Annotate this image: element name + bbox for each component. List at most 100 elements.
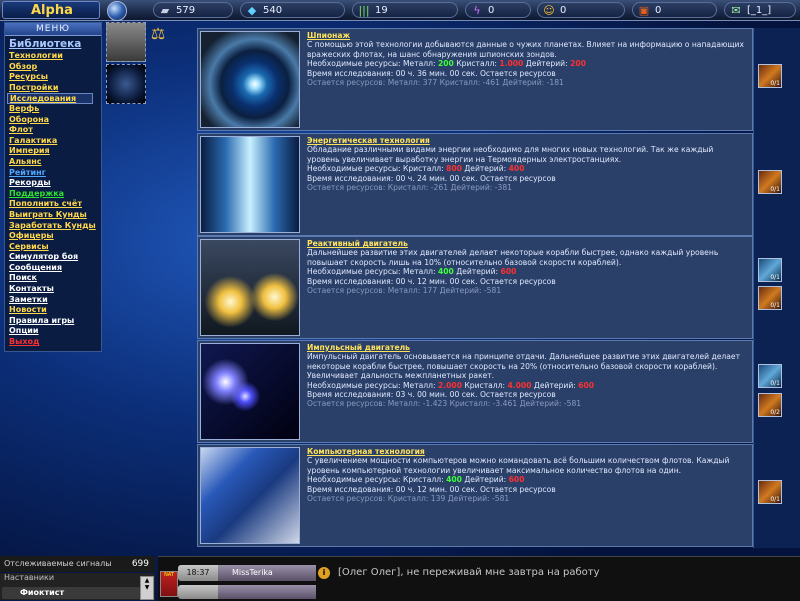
mentors-scroll-button[interactable]: ▲ ▼ [140,576,154,600]
chat-time: 18:37 [178,565,218,581]
app-logo[interactable]: Alpha [2,1,100,19]
required-value: 2.000 [437,380,462,390]
menu-item[interactable]: Обзор [9,62,101,73]
required-value: 200 [437,59,454,69]
research-image[interactable] [200,31,300,128]
research-image[interactable] [200,136,300,233]
required-resources-label: Дейтерий: [453,267,501,277]
queue-count: 0/2 [770,409,780,416]
research-image[interactable] [200,343,300,440]
menu-item[interactable]: Заметки [9,295,101,306]
research-name-link[interactable]: Компьютерная технология [307,447,747,456]
research-name-link[interactable]: Импульсный двигатель [307,343,747,352]
resource-mail[interactable]: ✉ [_1_] [724,2,796,18]
research-description: С помощью этой технологии добываются дан… [307,40,744,59]
remaining-resources: Остается ресурсов: Металл: 377 Кристалл:… [307,78,564,88]
menu-item[interactable]: Исследования [7,93,93,104]
research-time: Время исследования: 00 ч. 12 мин. 00 сек… [307,276,556,286]
resource-credits[interactable]: ▣ 0 [632,2,717,18]
tracked-signals[interactable]: Отслеживаемые сигналы 699 [0,556,155,572]
scales-icon[interactable]: ⚖ [148,24,168,44]
research-item: Энергетическая технология Обладание разли… [197,133,753,236]
research-action-button[interactable]: 0/1 [758,286,782,310]
research-details: Компьютерная технология С увеличением мощ… [307,447,747,503]
resource-deuterium[interactable]: ||| 19 [352,2,458,18]
menu-item[interactable]: Технологии [9,51,101,62]
research-details: Импульсный двигатель Импульсный двигатель… [307,343,747,409]
menu-item[interactable]: Выиграть Кунды [9,210,101,221]
research-action-button[interactable]: 0/1 [758,364,782,388]
chat-user-name: MissTerika [232,568,273,577]
chat-user[interactable]: MissTerika [218,565,316,581]
resource-energy[interactable]: ϟ0 [465,2,531,18]
remaining-resources: Остается ресурсов: Металл: -1.423 Криста… [307,399,582,409]
resource-bar: Alpha ▰ 579 ◆ 540 ||| 19 ϟ 0 ☺ 0 ▣ 0 ✉ [_1_] [0,0,800,21]
menu-item[interactable]: Библиотека [9,38,101,51]
required-resources-label: Необходимые ресурсы: Металл: [307,267,438,277]
research-item: Шпионаж С помощью этой технологии добываю… [197,28,753,131]
planet-orb-icon[interactable] [107,1,127,21]
resource-value: 540 [263,5,283,16]
menu-item[interactable]: Галактика [9,136,101,147]
research-description: С увеличением мощности компьютеров можно… [307,456,730,475]
research-name-link[interactable]: Энергетическая технология [307,136,747,145]
chat-message-row: 18:37 MissTerika i [Олег Олег], не переж… [178,565,798,581]
required-value: 4.000 [507,380,532,390]
required-resources-label: Кристалл: [461,380,508,390]
officer-avatar[interactable] [106,22,146,62]
research-image[interactable] [200,447,300,544]
research-action-button[interactable]: 0/1 [758,258,782,282]
research-action-button[interactable]: 0/2 [758,393,782,417]
required-resources-label: Необходимые ресурсы: Кристалл: [307,475,447,485]
research-item: Импульсный двигатель Импульсный двигатель… [197,340,753,443]
resource-metal[interactable]: ▰ 579 [153,2,233,18]
remaining-resources: Остается ресурсов: Кристалл: -261 Дейтер… [307,183,512,193]
queue-count: 0/1 [770,380,780,387]
menu-item[interactable]: Поиск [9,273,101,284]
research-name-link[interactable]: Реактивный двигатель [307,239,747,248]
info-icon[interactable]: i [318,567,330,579]
research-action-button[interactable]: 0/1 [758,480,782,504]
planet-avatar[interactable] [106,64,146,104]
queue-count: 0/1 [770,496,780,503]
menu-item[interactable]: Заработать Кунды [9,221,101,232]
chat-user[interactable] [218,585,316,599]
menu-item[interactable]: Симулятор боя [9,252,101,263]
gem-icon: ◆ [247,4,257,17]
research-action-button[interactable]: 0/1 [758,64,782,88]
menu-item[interactable]: Постройки [9,83,101,94]
menu-item[interactable]: Сервисы [9,242,101,253]
menu-item[interactable]: Опции [9,326,101,337]
smiley-icon: ☺ [543,4,555,17]
resource-crystal[interactable]: ◆ 540 [240,2,345,18]
menu-item[interactable]: Рекорды [9,178,101,189]
research-name-link[interactable]: Шпионаж [307,31,747,40]
menu-item[interactable]: Флот [9,125,101,136]
lightning-icon: ϟ [473,4,481,17]
menu-item[interactable]: Новости [9,305,101,316]
research-description: Импульсный двигатель основывается на при… [307,352,740,381]
menu-item[interactable]: Пополнить счёт [9,199,101,210]
resource-value: 579 [176,5,196,16]
mentor-item[interactable]: Фиоктист [2,587,152,599]
menu-item[interactable]: Выход [9,337,101,348]
bars-icon: ||| [358,4,370,17]
menu-item[interactable]: Правила игры [9,316,101,327]
chat-panel: NAT 18:37 MissTerika i [Олег Олег], не п… [158,556,800,601]
menu-item[interactable]: Ресурсы [9,72,101,83]
menu-item[interactable]: Сообщения [9,263,101,274]
menu-item[interactable]: Офицеры [9,231,101,242]
remaining-resources: Остается ресурсов: Металл: 177 Дейтерий:… [307,286,502,296]
research-action-button[interactable]: 0/1 [758,170,782,194]
menu-item[interactable]: Империя [9,146,101,157]
menu-item[interactable]: Рейтинг [9,168,101,179]
signals-count: 699 [131,559,149,569]
resource-messages-smile[interactable]: ☺ 0 [537,2,625,18]
menu-item[interactable]: Альянс [9,157,101,168]
menu-item[interactable]: Поддержка [9,189,101,200]
research-image[interactable] [200,239,300,336]
envelope-icon: ✉ [731,4,741,17]
menu-item[interactable]: Верфь [9,104,101,115]
menu-item[interactable]: Оборона [9,115,101,126]
menu-item[interactable]: Контакты [9,284,101,295]
